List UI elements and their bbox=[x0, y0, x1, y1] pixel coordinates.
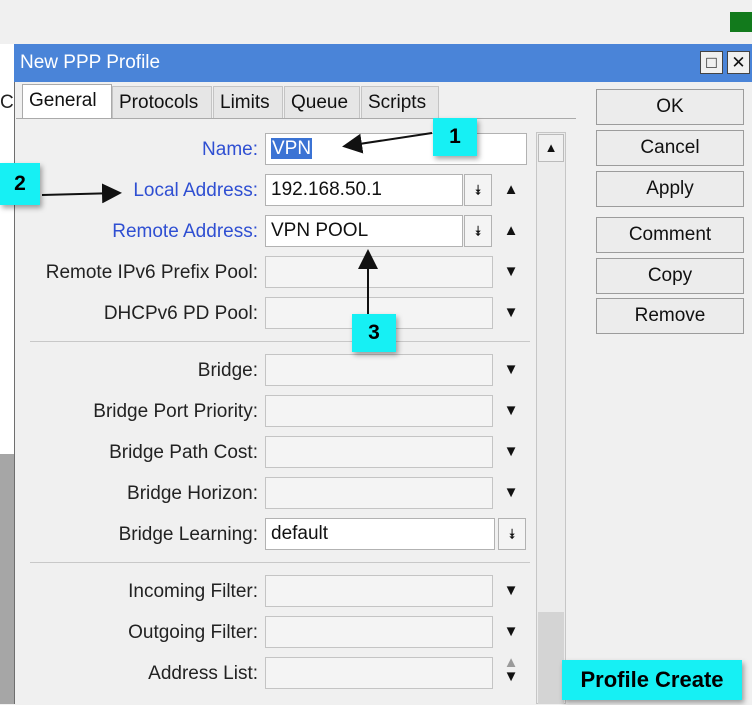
annotation-callout-1: 1 bbox=[433, 118, 477, 156]
annotation-callout-2: 2 bbox=[0, 163, 40, 205]
annotation-arrows bbox=[41, 132, 433, 316]
annotation-arrow-1 bbox=[342, 132, 433, 154]
annotation-banner: Profile Create bbox=[562, 660, 742, 700]
annotation-arrow-2 bbox=[41, 183, 122, 204]
annotation-callout-3: 3 bbox=[352, 314, 396, 352]
